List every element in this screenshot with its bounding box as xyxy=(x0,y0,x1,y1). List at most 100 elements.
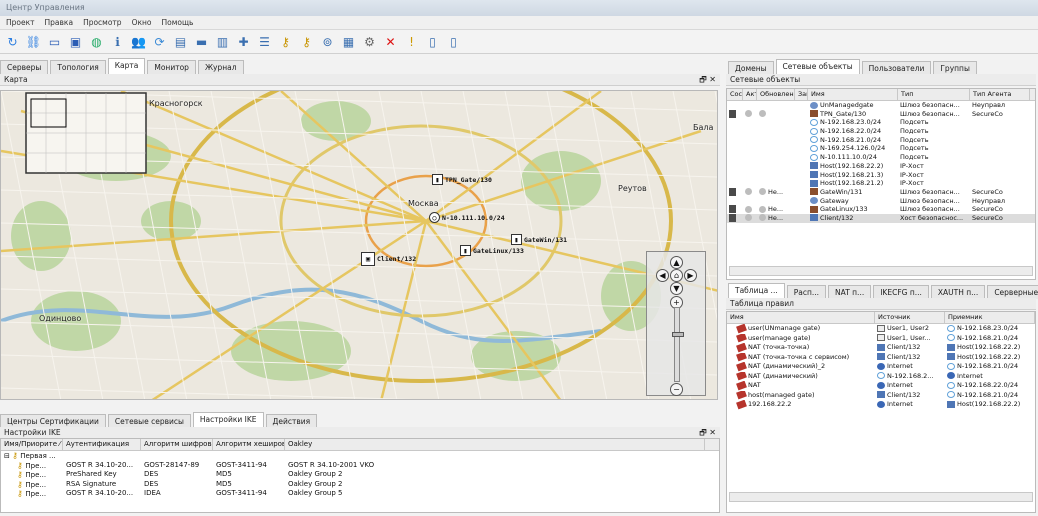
tab-right-3[interactable]: Группы xyxy=(933,61,977,75)
ike-column-header[interactable]: Аутентификация xyxy=(63,439,141,450)
delete-icon[interactable]: ✕ xyxy=(382,33,399,50)
netobj-column-header[interactable]: Акт xyxy=(743,89,757,100)
tab-rules-1[interactable]: Расп... xyxy=(786,285,827,299)
pan-up-button[interactable]: ▲ xyxy=(670,256,683,269)
table-row[interactable]: NAT (динамический)_2 Internet N-192.168.21… xyxy=(727,362,1035,372)
tab-rules-2[interactable]: NAT п... xyxy=(828,285,872,299)
table-row[interactable]: NAT (точка-точка с сервисом) Client/132 Ho… xyxy=(727,352,1035,363)
rules-column-header[interactable]: Источник xyxy=(875,312,945,323)
table-row[interactable]: Host(192.168.21.3) IP-Хост xyxy=(727,171,1035,180)
globe-icon[interactable]: ◍ xyxy=(88,33,105,50)
table-row[interactable]: Не... GateLinux/133 Шлюз безопасн... Secure… xyxy=(727,205,1035,214)
netobj-column-header[interactable]: Зам xyxy=(795,89,808,100)
table-row[interactable]: N-169.254.126.0/24 Подсеть xyxy=(727,144,1035,153)
pan-down-button[interactable]: ▼ xyxy=(670,282,683,295)
table-row[interactable]: Gateway Шлюз безопасн... Неуправл xyxy=(727,197,1035,206)
tab-rules-3[interactable]: IKECFG п... xyxy=(873,285,929,299)
table-row[interactable]: Host(192.168.21.2) IP-Хост xyxy=(727,179,1035,188)
table-row[interactable]: NAT (точка-точка) Client/132 Host(192.168.… xyxy=(727,343,1035,353)
ike-column-header[interactable]: Oakley xyxy=(285,439,705,450)
monitor-icon[interactable]: ▭ xyxy=(46,33,63,50)
zoom-slider[interactable] xyxy=(672,307,684,382)
netobj-column-header[interactable]: Тип xyxy=(898,89,970,100)
table-row[interactable]: TPN_Gate/130 Шлюз безопасн... SecureCo xyxy=(727,109,1035,119)
table-row[interactable]: N-192.168.22.0/24 Подсеть xyxy=(727,127,1035,136)
report-icon[interactable]: ▦ xyxy=(340,33,357,50)
exclamation-icon[interactable]: ! xyxy=(403,33,420,50)
menu-item[interactable]: Просмотр xyxy=(83,18,122,27)
menu-item[interactable]: Правка xyxy=(45,18,74,27)
table-row[interactable]: UnManagedgate Шлюз безопасн... Неуправл xyxy=(727,101,1035,110)
table-row[interactable]: user(manage gate) User1, User... N-192.168… xyxy=(727,333,1035,344)
table-row[interactable]: ⚷ Пре... GOST R 34.10-20... IDEA GOST-3411-… xyxy=(1,489,719,499)
horizontal-scrollbar[interactable] xyxy=(729,492,1033,502)
ike-column-header[interactable]: Алгоритм хеширов. xyxy=(213,439,285,450)
table-row[interactable]: N-10.111.10.0/24 Подсеть xyxy=(727,153,1035,162)
tab-right-0[interactable]: Домены xyxy=(728,61,774,75)
tab-bottom-0[interactable]: Центры Сертификации xyxy=(0,414,106,428)
tab-bottom-2[interactable]: Настройки IKE xyxy=(192,412,264,428)
table-row[interactable]: N-192.168.23.0/24 Подсеть xyxy=(727,118,1035,127)
users-icon[interactable]: 👥 xyxy=(130,33,147,50)
clipboard-icon[interactable]: ▯ xyxy=(424,33,441,50)
refresh-icon[interactable]: ↻ xyxy=(4,33,21,50)
netobj-column-header[interactable]: Имя xyxy=(808,89,898,100)
table-row[interactable]: Не... Client/132 Хост безопаснос... SecureC… xyxy=(727,213,1035,223)
tab-rules-4[interactable]: XAUTH п... xyxy=(930,285,986,299)
table-row[interactable]: host(managed gate) Client/132 N-192.168.21… xyxy=(727,390,1035,401)
tab-right-1[interactable]: Сетевые объекты xyxy=(775,59,860,75)
computer-icon[interactable]: ▣ xyxy=(67,33,84,50)
key-icon[interactable]: ⚷ xyxy=(277,33,294,50)
document-icon[interactable]: ▤ xyxy=(172,33,189,50)
table-row[interactable]: NAT (динамический) N-192.168.2... Internet xyxy=(727,371,1035,382)
map-node-tpn-gate[interactable]: ▮ TPN_Gate/130 xyxy=(432,174,492,185)
table-row[interactable]: NAT Internet N-192.168.22.0/24 xyxy=(727,381,1035,391)
binoculars-icon[interactable]: ⊚ xyxy=(319,33,336,50)
home-icon[interactable]: ⌂ xyxy=(670,269,683,282)
map-node-subnet[interactable]: ○ N-10.111.10.0/24 xyxy=(429,212,505,223)
table-row[interactable]: 192.168.22.2 Internet Host(192.168.22.2) xyxy=(727,400,1035,410)
horizontal-scrollbar[interactable] xyxy=(729,266,1033,276)
menu-item[interactable]: Окно xyxy=(132,18,152,27)
pan-left-button[interactable]: ◀ xyxy=(656,269,669,282)
gear-icon[interactable]: ⚙ xyxy=(361,33,378,50)
server-icon[interactable]: ▥ xyxy=(214,33,231,50)
tab-rules-0[interactable]: Таблица ... xyxy=(728,283,785,299)
puzzle-icon[interactable]: ✚ xyxy=(235,33,252,50)
rules-column-header[interactable]: Приемник xyxy=(945,312,1035,323)
table-row[interactable]: ⚷ Пре... GOST R 34.10-20... GOST-28147-89 G… xyxy=(1,461,719,471)
tab-left-3[interactable]: Монитор xyxy=(147,60,196,74)
network-icon[interactable]: ⛓ xyxy=(25,33,42,50)
sync-icon[interactable]: ⟳ xyxy=(151,33,168,50)
map-node-gatewin[interactable]: ▮ GateWin/131 xyxy=(511,234,567,245)
ike-column-header[interactable]: Алгоритм шифров. xyxy=(141,439,213,450)
pan-right-button[interactable]: ▶ xyxy=(684,269,697,282)
netobj-column-header[interactable]: Сос xyxy=(727,89,743,100)
table-row[interactable]: N-192.168.21.0/24 Подсеть xyxy=(727,136,1035,145)
table-row[interactable]: ⚷ Пре... PreShared Key DES MD5 Oakley Group … xyxy=(1,470,719,480)
map-view[interactable]: Красногорск Москва Реутов Одинцово Бала … xyxy=(0,90,718,400)
key-icon[interactable]: ⚷ xyxy=(298,33,315,50)
tab-left-0[interactable]: Серверы xyxy=(0,60,49,74)
rules-column-header[interactable]: Имя xyxy=(727,312,875,323)
tab-left-4[interactable]: Журнал xyxy=(197,60,244,74)
card-icon[interactable]: ▬ xyxy=(193,33,210,50)
netobj-column-header[interactable]: Обновлен xyxy=(757,89,795,100)
table-row[interactable]: Не... GateWin/131 Шлюз безопасн... SecureCo xyxy=(727,187,1035,197)
menu-item[interactable]: Проект xyxy=(6,18,35,27)
table-row[interactable]: user(UNmanage gate) User1, User2 N-192.168… xyxy=(727,324,1035,334)
ike-column-header[interactable]: Имя/Приорите ⁄ xyxy=(1,439,63,450)
zoom-out-button[interactable]: − xyxy=(670,383,683,396)
map-node-client[interactable]: ▣ Client/132 xyxy=(361,252,416,266)
info-icon[interactable]: ℹ xyxy=(109,33,126,50)
tab-right-2[interactable]: Пользователи xyxy=(861,61,932,75)
tab-rules-5[interactable]: Серверные п... xyxy=(987,285,1038,299)
menu-item[interactable]: Помощь xyxy=(162,18,194,27)
table-row[interactable]: ⚷ Пре... RSA Signature DES MD5 Oakley Group … xyxy=(1,480,719,490)
expand-icon[interactable]: ⊟ xyxy=(4,452,12,460)
zoom-slider-knob[interactable] xyxy=(672,332,684,337)
netobj-column-header[interactable]: Тип Агента xyxy=(970,89,1030,100)
map-node-gatelinux[interactable]: ▮ GateLinux/133 xyxy=(460,245,524,256)
tab-left-1[interactable]: Топология xyxy=(50,60,106,74)
tab-bottom-3[interactable]: Действия xyxy=(265,414,318,428)
